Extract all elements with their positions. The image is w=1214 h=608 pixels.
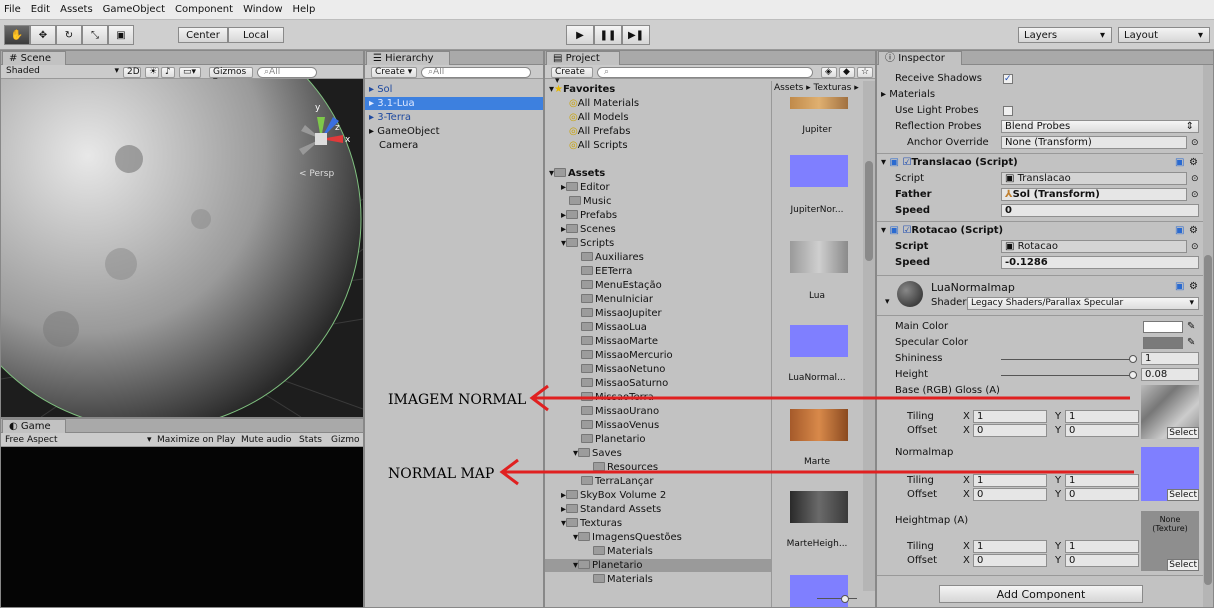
imagem-normal-annotation: IMAGEM NORMAL: [388, 392, 527, 408]
normal-map-annotation: NORMAL MAP: [388, 466, 495, 482]
annotation-arrows: [499, 384, 1134, 486]
